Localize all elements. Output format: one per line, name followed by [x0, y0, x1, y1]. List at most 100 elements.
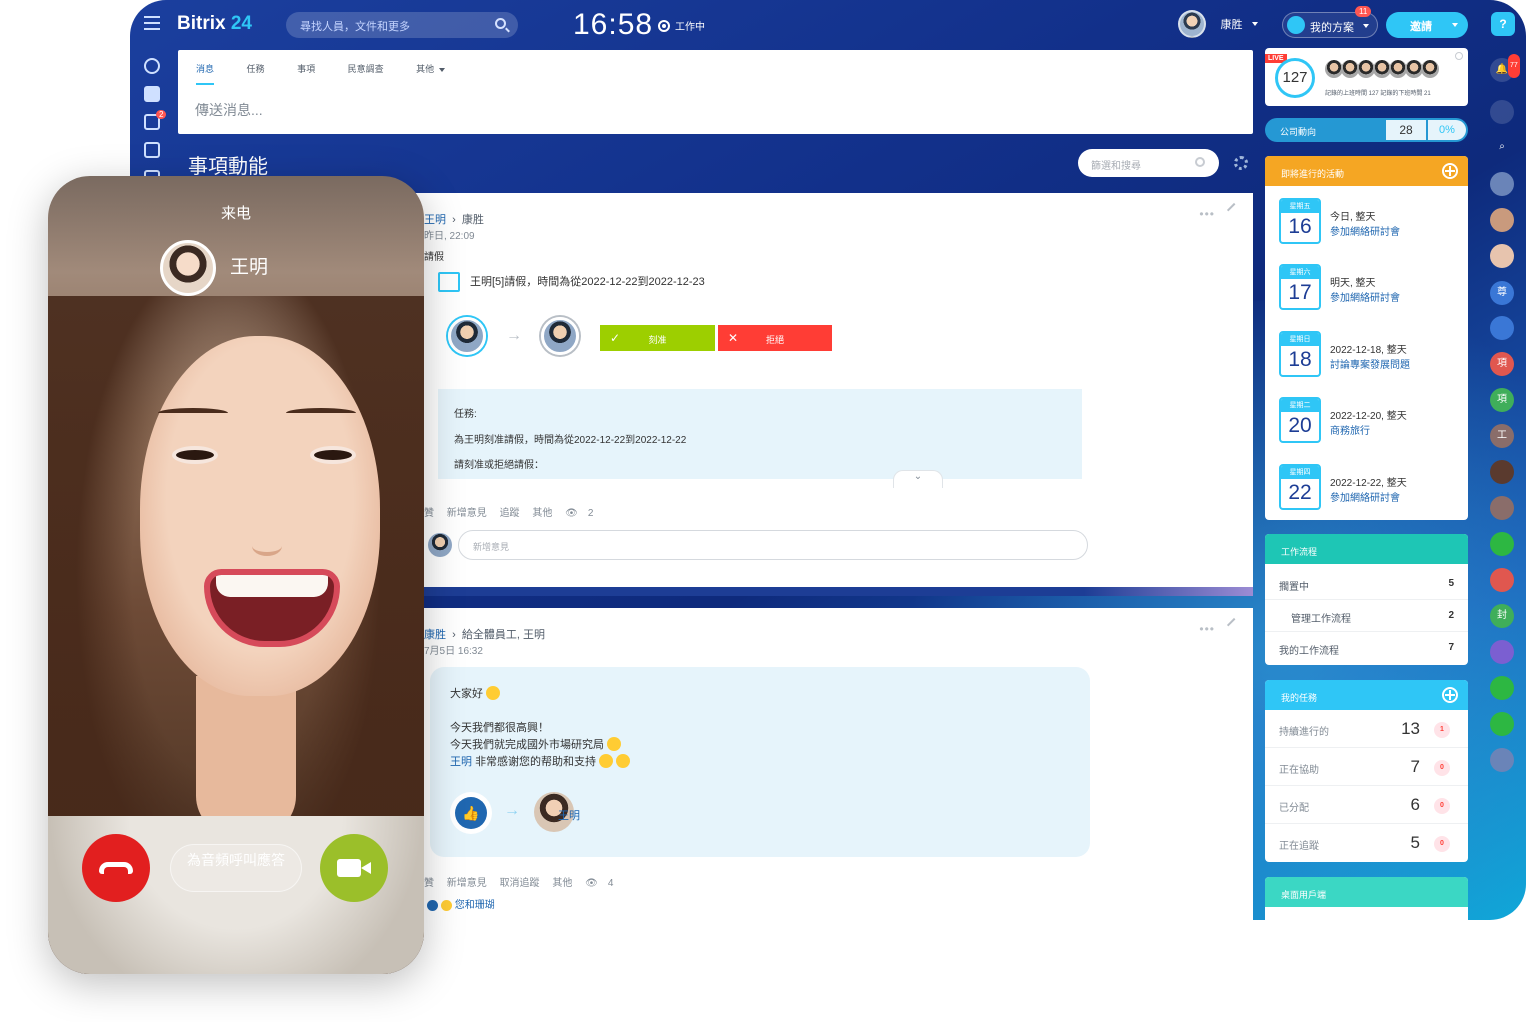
event-title[interactable]: 討論專案發展問題 [1330, 356, 1410, 371]
post-author[interactable]: 王明 [424, 214, 446, 226]
pin-icon[interactable] [1226, 202, 1242, 218]
post-author[interactable]: 康胜 [424, 629, 446, 641]
brand-logo[interactable]: Bitrix 24 [177, 13, 252, 35]
desktop-client-card: 桌面用戶端 [1265, 877, 1468, 920]
task-count-row[interactable]: 正在協助 7 0 [1265, 748, 1468, 786]
add-icon[interactable] [1442, 163, 1458, 179]
approve-button[interactable]: ✓ 刻准 [600, 325, 715, 351]
group-icon[interactable] [1490, 568, 1514, 592]
menu-icon[interactable] [144, 16, 160, 30]
search-icon[interactable] [1195, 157, 1205, 167]
answer-video-button[interactable] [320, 834, 388, 902]
comment-action[interactable]: 新增意見 [447, 508, 487, 519]
post-recipient[interactable]: 給全體員工, 王明 [462, 629, 545, 641]
group-chat-icon[interactable]: 工 [1490, 424, 1514, 448]
requester-avatar[interactable] [448, 317, 486, 355]
post-date[interactable]: 昨日, 22:09 [424, 227, 475, 242]
unfollow-action[interactable]: 取消追蹤 [500, 878, 540, 889]
edit-document-icon [438, 272, 460, 292]
mention-link[interactable]: 王明 [450, 756, 472, 768]
task-count-row[interactable]: 持續進行的 13 1 [1265, 710, 1468, 748]
event-title[interactable]: 商務旅行 [1330, 422, 1370, 437]
event-title[interactable]: 參加網絡研討會 [1330, 489, 1400, 504]
post-recipient[interactable]: 康胜 [462, 214, 484, 226]
likers-line[interactable]: 您和珊瑚 [424, 896, 495, 911]
avatar [428, 533, 452, 557]
workflow-icon[interactable] [144, 58, 160, 74]
more-action[interactable]: 其他 [532, 508, 552, 519]
clock[interactable]: 16:58 [573, 8, 653, 42]
invite-button[interactable]: 邀請 [1386, 12, 1468, 38]
work-status[interactable]: 工作中 [658, 18, 705, 33]
feed-icon[interactable] [144, 86, 160, 102]
whatsapp-icon[interactable] [1490, 676, 1514, 700]
chevron-down-icon [1363, 24, 1369, 28]
tab-event[interactable]: 事項 [297, 62, 315, 83]
feed-filter-input[interactable]: 篩選和搜尋 [1078, 149, 1219, 177]
card-header: 我的任務 [1265, 680, 1468, 710]
tab-poll[interactable]: 民意調查 [348, 62, 384, 83]
event-item[interactable]: 星期六 17 明天, 整天 參加網絡研討會 [1279, 264, 1459, 312]
like-action[interactable]: 贊 [424, 508, 434, 519]
gear-icon[interactable] [1234, 156, 1248, 170]
user-avatar-icon[interactable] [1490, 172, 1514, 196]
list-item[interactable]: 擱置中 5 [1265, 568, 1468, 600]
task-count-row[interactable]: 已分配 6 0 [1265, 786, 1468, 824]
approver-avatar[interactable] [541, 317, 579, 355]
event-item[interactable]: 星期五 16 今日, 整天 參加網絡研討會 [1279, 198, 1459, 246]
search-icon[interactable]: ⌕ [1490, 135, 1514, 159]
search-icon[interactable] [495, 18, 506, 29]
group-chat-icon[interactable]: 項 [1490, 388, 1514, 412]
group-chat-icon[interactable]: 項 [1490, 352, 1514, 376]
task-count-row[interactable]: 正在追蹤 5 0 [1265, 824, 1468, 862]
post-date[interactable]: 7月5日 16:32 [424, 642, 483, 657]
event-item[interactable]: 星期四 22 2022-12-22, 整天 參加網絡研討會 [1279, 464, 1459, 512]
comment-action[interactable]: 新增意見 [447, 878, 487, 889]
viber-icon[interactable] [1490, 640, 1514, 664]
recipient-name[interactable]: 王明 [558, 807, 580, 823]
my-plan-button[interactable]: 我的方案 11 [1282, 6, 1378, 38]
event-title[interactable]: 參加網絡研討會 [1330, 223, 1400, 238]
tab-message[interactable]: 消息 [196, 62, 215, 85]
answer-audio-button[interactable]: 為音頻呼叫應答 [170, 844, 302, 892]
search-input[interactable]: 尋找人員，文件和更多 [286, 12, 518, 38]
tab-more[interactable]: 其他 [416, 62, 446, 83]
user-avatar-icon[interactable] [1490, 460, 1514, 484]
eye-icon: 👁 [565, 508, 578, 519]
company-pulse[interactable]: 公司動向 28 0% [1265, 118, 1468, 142]
calendar-icon[interactable] [144, 142, 160, 158]
reject-button[interactable]: ✕ 拒絕 [718, 325, 832, 351]
like-action[interactable]: 贊 [424, 878, 434, 889]
event-item[interactable]: 星期二 20 2022-12-20, 整天 商務旅行 [1279, 397, 1459, 445]
help-button[interactable]: ? [1491, 12, 1515, 36]
user-menu[interactable]: 康胜 [1178, 10, 1258, 38]
close-icon[interactable] [1455, 52, 1463, 60]
tab-task[interactable]: 任務 [247, 62, 265, 83]
message-input[interactable]: 傳送消息... [195, 100, 263, 120]
user-avatar-icon[interactable] [1490, 208, 1514, 232]
follow-action[interactable]: 追蹤 [500, 508, 520, 519]
whatsapp-icon[interactable] [1490, 712, 1514, 736]
event-title[interactable]: 參加網絡研討會 [1330, 289, 1400, 304]
user-avatar-icon[interactable] [1490, 748, 1514, 772]
group-icon[interactable] [1490, 496, 1514, 520]
add-icon[interactable] [1442, 687, 1458, 703]
group-icon[interactable] [1490, 316, 1514, 340]
list-item[interactable]: 我的工作流程 7 [1265, 632, 1468, 664]
chat-icon[interactable] [1490, 100, 1514, 124]
group-chat-icon[interactable]: 封 [1490, 604, 1514, 628]
group-chat-icon[interactable]: 尊 [1490, 281, 1514, 305]
more-action[interactable]: 其他 [552, 878, 572, 889]
live-attendance-card[interactable]: LIVE 127 記錄的上班時間 127 記錄的下班時間 21 [1265, 48, 1468, 106]
bell-icon[interactable]: 🔔 77 [1490, 54, 1520, 82]
whatsapp-icon[interactable] [1490, 532, 1514, 556]
event-item[interactable]: 星期日 18 2022-12-18, 整天 討論專案發展問題 [1279, 331, 1459, 379]
more-icon[interactable]: ••• [1199, 622, 1215, 636]
expand-toggle[interactable]: ⌄ [893, 470, 943, 488]
pin-icon[interactable] [1226, 617, 1242, 633]
user-avatar-icon[interactable] [1490, 244, 1514, 268]
more-icon[interactable]: ••• [1199, 207, 1215, 221]
list-item[interactable]: 管理工作流程 2 [1265, 600, 1468, 632]
comment-input[interactable]: 新增意見 [458, 530, 1088, 560]
decline-call-button[interactable] [82, 834, 150, 902]
